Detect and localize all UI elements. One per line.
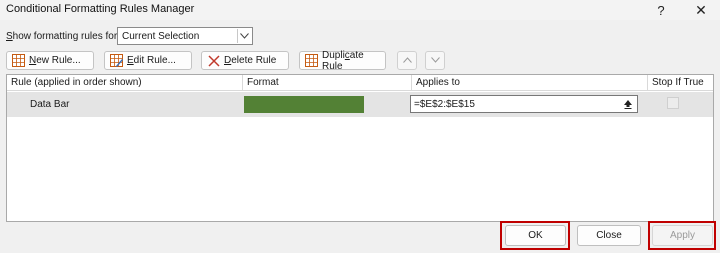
close-icon[interactable]: ✕ bbox=[686, 1, 716, 19]
move-up-button[interactable] bbox=[397, 51, 417, 70]
new-rule-icon bbox=[12, 54, 25, 67]
collapse-dialog-icon[interactable] bbox=[621, 97, 635, 111]
delete-rule-button[interactable]: Delete Rule bbox=[201, 51, 289, 70]
applies-to-value: =$E$2:$E$15 bbox=[414, 99, 475, 110]
new-rule-label: New Rule... bbox=[29, 55, 81, 66]
duplicate-rule-button[interactable]: Duplicate Rule bbox=[299, 49, 386, 72]
data-bar-format-preview bbox=[244, 96, 364, 113]
column-header-stop-if-true: Stop If True bbox=[648, 75, 713, 91]
table-row[interactable]: Data Bar =$E$2:$E$15 bbox=[7, 92, 713, 117]
stop-if-true-checkbox[interactable] bbox=[667, 97, 679, 109]
rules-table[interactable]: Rule (applied in order shown) Format App… bbox=[6, 74, 714, 222]
column-header-rule: Rule (applied in order shown) bbox=[7, 75, 243, 91]
applies-to-field[interactable]: =$E$2:$E$15 bbox=[410, 95, 638, 113]
show-rules-value: Current Selection bbox=[122, 31, 200, 42]
show-rules-dropdown[interactable]: Current Selection bbox=[117, 27, 253, 45]
delete-rule-label: Delete Rule bbox=[224, 55, 277, 66]
apply-button-highlight bbox=[648, 221, 716, 250]
close-button[interactable]: Close bbox=[577, 225, 641, 246]
show-rules-label: Show formatting rules for: bbox=[6, 31, 120, 42]
help-icon[interactable]: ? bbox=[646, 1, 676, 19]
new-rule-button[interactable]: New Rule... bbox=[6, 51, 94, 70]
move-down-button[interactable] bbox=[425, 51, 445, 70]
ok-button-highlight bbox=[500, 221, 570, 250]
duplicate-rule-icon bbox=[305, 54, 318, 67]
column-header-format: Format bbox=[243, 75, 412, 91]
edit-rule-icon bbox=[110, 54, 123, 67]
rule-name: Data Bar bbox=[30, 99, 70, 110]
column-header-applies-to: Applies to bbox=[412, 75, 648, 91]
chevron-down-icon bbox=[430, 55, 440, 66]
chevron-up-icon bbox=[402, 55, 412, 66]
edit-rule-label: Edit Rule... bbox=[127, 55, 176, 66]
delete-x-icon bbox=[207, 54, 220, 67]
title-bar: Conditional Formatting Rules Manager ? ✕ bbox=[0, 0, 720, 20]
duplicate-rule-label: Duplicate Rule bbox=[322, 49, 364, 72]
window-title: Conditional Formatting Rules Manager bbox=[6, 3, 195, 15]
chevron-down-icon[interactable] bbox=[237, 29, 251, 43]
edit-rule-button[interactable]: Edit Rule... bbox=[104, 51, 192, 70]
